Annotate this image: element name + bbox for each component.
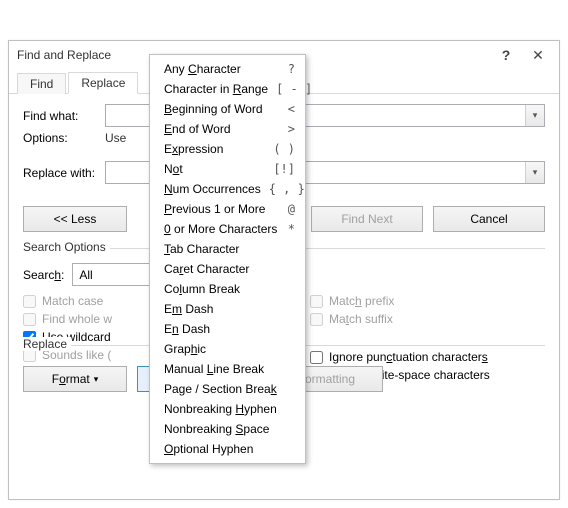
match-suffix-checkbox[interactable]: Match suffix <box>310 312 545 326</box>
match-prefix-input[interactable] <box>310 295 323 308</box>
special-item[interactable]: Not [!] <box>150 159 305 179</box>
special-item[interactable]: Expression ( ) <box>150 139 305 159</box>
special-item-glyph: @ <box>288 202 295 216</box>
special-item-label: Graphic <box>164 342 206 356</box>
special-item-label: 0 or More Characters <box>164 222 277 236</box>
special-item[interactable]: Caret Character <box>150 259 305 279</box>
special-item-label: End of Word <box>164 122 231 136</box>
special-item[interactable]: Graphic <box>150 339 305 359</box>
special-item-label: Optional Hyphen <box>164 442 253 456</box>
tab-replace-label: Replace <box>81 76 125 90</box>
match-case-input[interactable] <box>23 295 36 308</box>
special-item-glyph: ? <box>288 62 295 76</box>
find-whole-words-input[interactable] <box>23 313 36 326</box>
options-label: Options: <box>23 131 99 145</box>
match-suffix-label: Match suffix <box>329 312 393 326</box>
search-options-title: Search Options <box>23 240 110 254</box>
special-item[interactable]: Nonbreaking Hyphen <box>150 399 305 419</box>
special-item-label: Num Occurrences <box>164 182 261 196</box>
special-item[interactable]: Em Dash <box>150 299 305 319</box>
special-item[interactable]: Any Character? <box>150 59 305 79</box>
special-item-label: Any Character <box>164 62 241 76</box>
special-item-glyph: { , } <box>269 182 305 196</box>
special-item-label: Character in Range <box>164 82 268 96</box>
help-icon: ? <box>502 47 511 63</box>
special-item-glyph: > <box>288 122 295 136</box>
cancel-label: Cancel <box>470 212 507 226</box>
help-button[interactable]: ? <box>491 45 521 65</box>
special-item[interactable]: Page / Section Break <box>150 379 305 399</box>
match-case-label: Match case <box>42 294 103 308</box>
special-item[interactable]: Column Break <box>150 279 305 299</box>
special-item-glyph: [!] <box>273 162 295 176</box>
special-item-label: Em Dash <box>164 302 213 316</box>
search-direction-value: All <box>79 268 92 282</box>
special-item-label: Nonbreaking Space <box>164 422 269 436</box>
chevron-down-icon[interactable]: ▾ <box>525 162 544 183</box>
special-item-label: En Dash <box>164 322 210 336</box>
replace-section-title: Replace <box>23 337 71 351</box>
special-item-label: Column Break <box>164 282 240 296</box>
chevron-down-icon[interactable]: ▾ <box>525 105 544 126</box>
less-button[interactable]: << Less <box>23 206 127 232</box>
tab-find-label: Find <box>30 77 53 91</box>
special-item-label: Expression <box>164 142 223 156</box>
find-replace-dialog: Find and Replace ? ✕ Find Replace Find w… <box>8 40 560 500</box>
special-item-label: Previous 1 or More <box>164 202 265 216</box>
special-item[interactable]: Tab Character <box>150 239 305 259</box>
special-item[interactable]: Optional Hyphen <box>150 439 305 459</box>
close-button[interactable]: ✕ <box>523 45 553 65</box>
cancel-button[interactable]: Cancel <box>433 206 545 232</box>
special-item-label: Nonbreaking Hyphen <box>164 402 277 416</box>
special-item-glyph: ( ) <box>273 142 295 156</box>
special-item-label: Manual Line Break <box>164 362 264 376</box>
special-item[interactable]: Manual Line Break <box>150 359 305 379</box>
special-item[interactable]: Character in Range[ - ] <box>150 79 305 99</box>
format-label: Format <box>52 372 90 386</box>
close-icon: ✕ <box>532 47 544 64</box>
special-item[interactable]: Num Occurrences { , } <box>150 179 305 199</box>
special-item-label: Not <box>164 162 183 176</box>
special-item[interactable]: 0 or More Characters * <box>150 219 305 239</box>
dialog-body: Find what: ▾ Options: Use Replace with: … <box>9 94 559 400</box>
special-item[interactable]: Beginning of Word < <box>150 99 305 119</box>
find-next-label: Find Next <box>341 212 392 226</box>
special-item-label: Beginning of Word <box>164 102 263 116</box>
match-suffix-input[interactable] <box>310 313 323 326</box>
options-value: Use <box>105 131 126 145</box>
match-prefix-checkbox[interactable]: Match prefix <box>310 294 545 308</box>
find-what-label: Find what: <box>23 109 99 123</box>
caret-down-icon: ▾ <box>94 374 99 385</box>
tab-replace[interactable]: Replace <box>68 72 138 94</box>
less-label: << Less <box>54 212 97 226</box>
search-direction-label: Search: <box>23 268 64 282</box>
special-item-glyph: [ - ] <box>276 82 312 96</box>
tab-find[interactable]: Find <box>17 73 66 94</box>
find-whole-words-label: Find whole w <box>42 312 112 326</box>
format-button[interactable]: Format ▾ <box>23 366 127 392</box>
replace-with-label: Replace with: <box>23 166 99 180</box>
match-prefix-label: Match prefix <box>329 294 394 308</box>
special-item[interactable]: En Dash <box>150 319 305 339</box>
find-next-button[interactable]: Find Next <box>311 206 423 232</box>
special-item-glyph: * <box>288 222 295 236</box>
special-item-label: Caret Character <box>164 262 249 276</box>
special-item[interactable]: End of Word > <box>150 119 305 139</box>
special-item[interactable]: Nonbreaking Space <box>150 419 305 439</box>
special-item-glyph: < <box>288 102 295 116</box>
special-item-label: Tab Character <box>164 242 239 256</box>
special-menu: Any Character?Character in Range[ - ]Beg… <box>149 54 306 464</box>
special-item[interactable]: Previous 1 or More @ <box>150 199 305 219</box>
special-item-label: Page / Section Break <box>164 382 277 396</box>
